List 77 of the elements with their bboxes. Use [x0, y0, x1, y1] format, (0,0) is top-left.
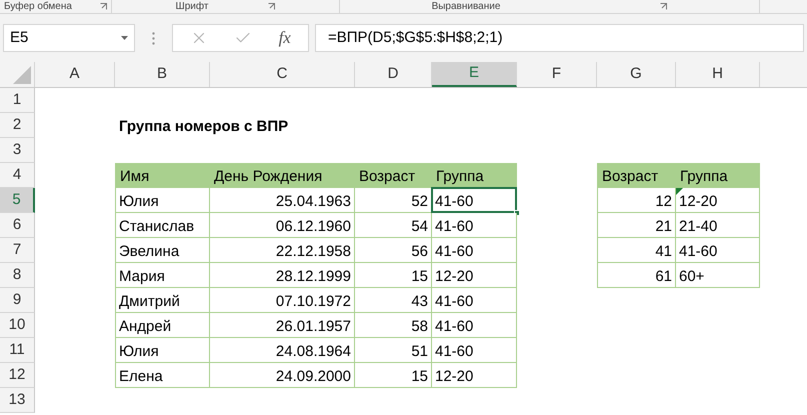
row-header[interactable]: 9	[0, 288, 35, 313]
table-cell[interactable]: 21	[597, 213, 676, 238]
table-cell[interactable]: Эвелина	[115, 238, 210, 263]
table-cell[interactable]: 41-60	[432, 213, 517, 238]
column-heading: Группа	[432, 163, 517, 188]
table-cell[interactable]: 15	[355, 263, 432, 288]
table-cell[interactable]: 41-60	[432, 238, 517, 263]
table-cell[interactable]: 41-60	[432, 288, 517, 313]
row-header[interactable]: 2	[0, 113, 35, 138]
table-cell[interactable]: 24.09.2000	[210, 363, 355, 388]
table-cell[interactable]: Дмитрий	[115, 288, 210, 313]
table-cell[interactable]: 26.01.1957	[210, 313, 355, 338]
row-header[interactable]: 4	[0, 163, 35, 188]
table-cell[interactable]: 12-20	[676, 188, 760, 213]
column-header[interactable]: F	[517, 62, 597, 87]
row-header[interactable]: 11	[0, 338, 35, 363]
table-cell[interactable]: 51	[355, 338, 432, 363]
insert-function-button[interactable]: fx	[278, 25, 291, 51]
table-cell[interactable]: 28.12.1999	[210, 263, 355, 288]
column-heading: День Рождения	[210, 163, 355, 188]
ribbon-group-label: Шрифт	[176, 2, 208, 12]
table-cell[interactable]: Юлия	[115, 188, 210, 213]
dialog-launcher-icon[interactable]	[100, 3, 107, 10]
table-cell[interactable]: 41-60	[432, 313, 517, 338]
table-cell[interactable]: Станислав	[115, 213, 210, 238]
row-header[interactable]: 12	[0, 363, 35, 388]
dropdown-caret-icon[interactable]	[121, 36, 128, 40]
table-cell[interactable]: 41-60	[432, 338, 517, 363]
table-cell[interactable]: 61	[597, 263, 676, 288]
drag-handle-icon[interactable]	[152, 32, 155, 44]
column-heading: Группа	[676, 163, 760, 188]
table-cell[interactable]: 60+	[676, 263, 760, 288]
column-header[interactable]: E	[432, 62, 517, 87]
name-box[interactable]: E5	[3, 24, 135, 52]
dialog-launcher-icon[interactable]	[268, 3, 276, 10]
row-header[interactable]: 13	[0, 388, 35, 413]
table-cell[interactable]: 41-60	[432, 188, 517, 213]
column-header[interactable]: G	[597, 62, 676, 87]
table-cell[interactable]: 41-60	[676, 238, 760, 263]
table-cell[interactable]: Мария	[115, 263, 210, 288]
formula-bar[interactable]: =ВПР(D5;$G$5:$H$8;2;1)	[315, 24, 804, 52]
table-cell[interactable]: 58	[355, 313, 432, 338]
sheet-title: Группа номеров с ВПР	[119, 117, 288, 137]
row-header[interactable]: 8	[0, 263, 35, 288]
table-cell[interactable]: 43	[355, 288, 432, 313]
table-cell[interactable]: 06.12.1960	[210, 213, 355, 238]
row-header[interactable]: 5	[0, 188, 35, 213]
table-cell[interactable]: 15	[355, 363, 432, 388]
table-cell[interactable]: 24.08.1964	[210, 338, 355, 363]
table-cell[interactable]: Елена	[115, 363, 210, 388]
table-cell[interactable]: 54	[355, 213, 432, 238]
table-cell[interactable]: 25.04.1963	[210, 188, 355, 213]
table-cell[interactable]: 41	[597, 238, 676, 263]
column-heading: Возраст	[355, 163, 432, 188]
ribbon-group-label: Выравнивание	[432, 2, 500, 12]
table-cell[interactable]: 12-20	[432, 363, 517, 388]
row-header[interactable]: 6	[0, 213, 35, 238]
column-header[interactable]: C	[210, 62, 355, 87]
dialog-launcher-icon[interactable]	[660, 3, 668, 10]
table-cell[interactable]: 21-40	[676, 213, 760, 238]
row-header[interactable]: 1	[0, 88, 35, 113]
table-cell[interactable]: 22.12.1958	[210, 238, 355, 263]
table-cell[interactable]: 12	[597, 188, 676, 213]
column-header[interactable]: A	[35, 62, 115, 87]
table-cell[interactable]: Юлия	[115, 338, 210, 363]
table-cell[interactable]: Андрей	[115, 313, 210, 338]
ribbon-group-label: Буфер обмена	[4, 2, 72, 12]
table-cell[interactable]: 56	[355, 238, 432, 263]
column-heading: Возраст	[597, 163, 676, 188]
row-header[interactable]: 10	[0, 313, 35, 338]
table-cell[interactable]: 12-20	[432, 263, 517, 288]
column-header[interactable]: H	[676, 62, 760, 87]
column-header[interactable]: B	[115, 62, 210, 87]
table-cell[interactable]: 07.10.1972	[210, 288, 355, 313]
row-header[interactable]: 7	[0, 238, 35, 263]
row-header[interactable]: 3	[0, 138, 35, 163]
column-heading: Имя	[115, 163, 210, 188]
